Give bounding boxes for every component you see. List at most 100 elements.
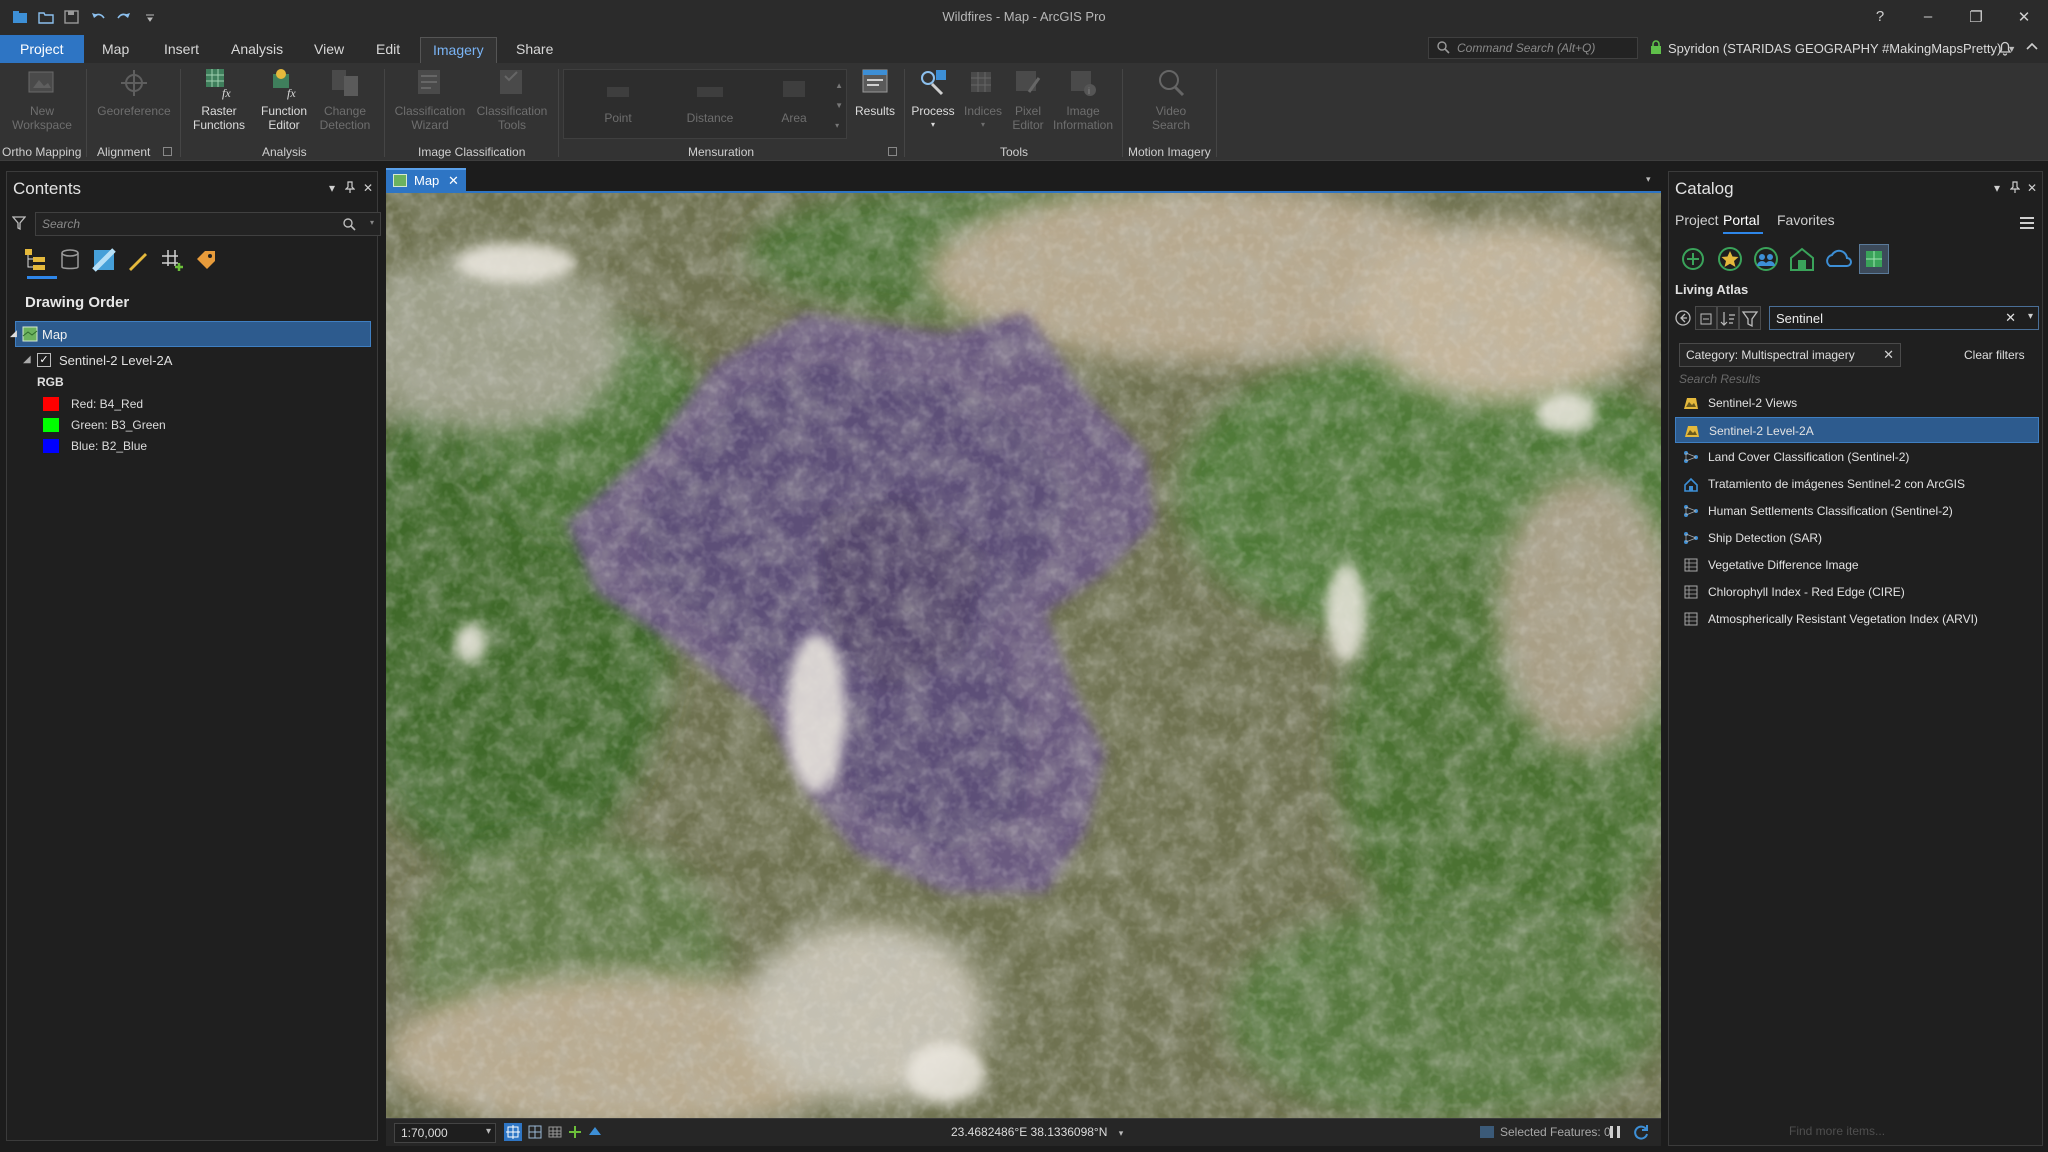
list-item[interactable]: Vegetative Difference Image [1675,552,2039,578]
dialog-launcher-icon[interactable] [888,147,897,156]
list-item[interactable]: Sentinel-2 Views [1675,390,2039,416]
arcgis-online-cloud-icon[interactable] [1823,244,1853,274]
collapse-ribbon-icon[interactable] [2026,40,2038,54]
groups-icon[interactable] [1751,244,1781,274]
pane-options-icon[interactable]: ▾ [329,181,335,195]
clear-search-icon[interactable]: ✕ [2005,310,2016,326]
pane-options-icon[interactable]: ▾ [1994,181,2000,195]
video-search-button[interactable]: Video Search [1136,66,1206,132]
classification-wizard-button[interactable]: Classification Wizard [388,66,472,132]
item-type-icon[interactable] [1695,306,1717,330]
help-button[interactable]: ? [1856,0,1904,33]
distance-button[interactable]: Distance [670,73,750,125]
list-by-selection-icon[interactable] [91,247,117,273]
minimize-button[interactable]: – [1904,0,1952,33]
grid-icon[interactable] [526,1123,544,1141]
my-content-icon[interactable] [1679,244,1709,274]
fixed-zoom-icon[interactable] [504,1123,522,1141]
clear-filters-link[interactable]: Clear filters [1964,348,2025,362]
refresh-icon[interactable] [1632,1123,1650,1144]
sort-icon[interactable] [1717,306,1739,330]
navigation-icon[interactable] [586,1123,604,1141]
restore-button[interactable]: ❐ [1952,0,2000,33]
close-button[interactable]: ✕ [2000,0,2048,33]
map-canvas[interactable] [386,193,1661,1118]
change-detection-button[interactable]: Change Detection [312,66,378,132]
catalog-tab-favorites[interactable]: Favorites [1777,212,1835,228]
user-account[interactable]: Spyridon (STARIDAS GEOGRAPHY #MakingMaps… [1650,40,2016,57]
chevron-down-icon: ▾ [980,120,985,129]
tab-share[interactable]: Share [504,37,565,63]
selected-features[interactable]: Selected Features: 0 [1480,1125,1611,1139]
chevron-down-icon[interactable]: ▾ [370,218,374,227]
favorites-star-icon[interactable] [1715,244,1745,274]
menu-icon[interactable] [2019,216,2035,233]
tab-analysis[interactable]: Analysis [219,37,295,63]
find-more-items-link[interactable]: Find more items... [1789,1124,1885,1138]
pin-icon[interactable] [344,181,356,196]
close-pane-icon[interactable]: ✕ [2027,181,2037,195]
map-layer-item[interactable]: ◢ Map [10,321,371,347]
classification-tools-button[interactable]: Classification Tools [470,66,554,132]
tab-map[interactable]: Map [90,37,141,63]
list-item[interactable]: Human Settlements Classification (Sentin… [1675,498,2039,524]
tab-insert[interactable]: Insert [152,37,211,63]
layer-item[interactable]: ◢ ✓ Sentinel-2 Level-2A [23,350,323,372]
notifications-bell-icon[interactable] [1998,40,2012,59]
scale-dropdown[interactable]: 1:70,000 ▾ [394,1123,496,1143]
list-item[interactable]: Tratamiento de imágenes Sentinel-2 con A… [1675,471,2039,497]
catalog-tab-project[interactable]: Project [1675,212,1719,228]
command-search-input[interactable]: Command Search (Alt+Q) [1428,37,1638,59]
dialog-launcher-icon[interactable] [163,147,172,156]
back-arrow-icon[interactable] [1673,306,1695,330]
list-by-drawing-order-icon[interactable] [23,247,49,273]
point-button[interactable]: Point [588,73,648,125]
gallery-scroll-icon[interactable]: ▲ ▼ ▾ [835,76,843,136]
chevron-down-icon[interactable]: ▾ [2028,311,2033,322]
list-item[interactable]: Ship Detection (SAR) [1675,525,2039,551]
function-editor-button[interactable]: fx Function Editor [254,66,314,132]
results-button[interactable]: Results [850,66,900,118]
list-by-data-source-icon[interactable] [57,247,83,273]
tab-imagery[interactable]: Imagery [420,37,497,63]
tab-view[interactable]: View [302,37,356,63]
catalog-search-input[interactable]: Sentinel ✕ ▾ [1769,306,2039,330]
filter-icon[interactable] [11,216,27,233]
list-item[interactable]: Chlorophyll Index - Red Edge (CIRE) [1675,579,2039,605]
image-information-button[interactable]: i Image Information [1050,66,1116,132]
table-icon[interactable] [546,1123,564,1141]
snapping-icon[interactable] [566,1123,584,1141]
list-by-snapping-icon[interactable] [159,247,185,273]
list-item[interactable]: Atmospherically Resistant Vegetation Ind… [1675,606,2039,632]
list-by-editing-icon[interactable] [125,247,151,273]
indices-button[interactable]: Indices ▾ [958,66,1008,132]
pixel-editor-button[interactable]: Pixel Editor [1004,66,1052,132]
category-filter-chip[interactable]: Category: Multispectral imagery ✕ [1679,343,1901,367]
expand-triangle-icon[interactable]: ◢ [10,328,17,339]
new-workspace-button[interactable]: New Workspace [4,66,80,132]
georeference-button[interactable]: Georeference [92,66,176,118]
map-view-tab[interactable]: Map ✕ [386,168,466,192]
pause-drawing-icon[interactable] [1608,1124,1622,1140]
remove-filter-icon[interactable]: ✕ [1883,347,1894,363]
chevron-down-icon[interactable]: ▾ [1119,1128,1124,1138]
list-item[interactable]: Land Cover Classification (Sentinel-2) [1675,444,2039,470]
close-tab-icon[interactable]: ✕ [448,173,459,189]
layer-visibility-checkbox[interactable]: ✓ [37,353,51,367]
process-button[interactable]: Process ▾ [908,66,958,132]
contents-search-input[interactable]: Search ▾ [35,212,381,236]
pin-icon[interactable] [2009,181,2021,196]
raster-functions-button[interactable]: fx Raster Functions [184,66,254,132]
organization-icon[interactable] [1787,244,1817,274]
list-item-selected[interactable]: Sentinel-2 Level-2A [1675,417,2039,443]
tab-project[interactable]: Project [0,35,84,63]
chevron-down-icon[interactable]: ▾ [1646,174,1651,185]
expand-triangle-icon[interactable]: ◢ [23,354,31,365]
catalog-tab-portal[interactable]: Portal [1723,212,1760,228]
tab-edit[interactable]: Edit [364,37,412,63]
area-button[interactable]: Area [764,73,824,125]
living-atlas-icon[interactable] [1859,244,1889,274]
list-by-labeling-icon[interactable] [193,247,219,273]
filter-icon[interactable] [1739,306,1761,330]
close-pane-icon[interactable]: ✕ [363,181,373,195]
